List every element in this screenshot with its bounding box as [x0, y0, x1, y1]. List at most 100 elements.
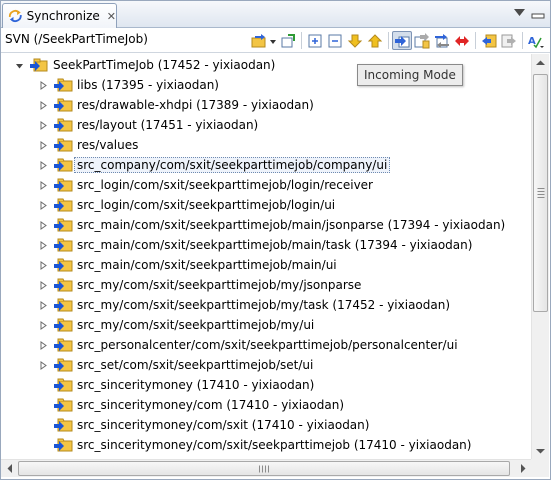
- tree-item[interactable]: src_sinceritymoney (17410 - yixiaodan): [39, 375, 314, 395]
- tree-item[interactable]: src_sinceritymoney/com/sxit/seekparttime…: [39, 435, 471, 455]
- update-all-button[interactable]: [479, 31, 499, 50]
- previous-difference-button[interactable]: [365, 31, 385, 50]
- pin-button[interactable]: [278, 31, 298, 50]
- folder-incoming-icon: [54, 118, 73, 132]
- tree-item[interactable]: src_sinceritymoney/com/sxit (17410 - yix…: [39, 415, 369, 435]
- close-icon[interactable]: ✕: [107, 11, 116, 22]
- folder-incoming-icon: [54, 418, 73, 432]
- tab-title: Synchronize: [26, 9, 100, 23]
- tree-item[interactable]: src_main/com/sxit/seekparttimejob/main/u…: [39, 255, 337, 275]
- expand-twisty-icon[interactable]: [39, 160, 48, 170]
- folder-incoming-icon: [54, 298, 73, 312]
- scroll-left-icon[interactable]: [1, 460, 18, 477]
- tree-item-label: src_main/com/sxit/seekparttimejob/main/u…: [77, 258, 337, 272]
- incoming-outgoing-mode-button[interactable]: [432, 31, 452, 50]
- collapse-all-button[interactable]: [325, 31, 345, 50]
- sync-tree: SeekPartTimeJob (17452 - yixiaodan) libs…: [1, 54, 531, 459]
- expand-twisty-icon[interactable]: [39, 180, 48, 190]
- tree-item-label: src_my/com/sxit/seekparttimejob/my/ui: [77, 318, 315, 332]
- expand-twisty-icon[interactable]: [39, 120, 48, 130]
- minimize-icon[interactable]: [530, 5, 546, 21]
- horizontal-scroll-thumb[interactable]: [18, 461, 510, 476]
- tree-item[interactable]: src_main/com/sxit/seekparttimejob/main/t…: [39, 235, 472, 255]
- tree-item-label: src_login/com/sxit/seekparttimejob/login…: [77, 198, 336, 212]
- expand-twisty-icon[interactable]: [39, 80, 48, 90]
- pin-icon: [281, 33, 295, 47]
- folder-incoming-icon: [54, 238, 73, 252]
- commit-all-icon: [501, 34, 516, 47]
- expand-twisty-icon[interactable]: [39, 320, 48, 330]
- expand-twisty-icon[interactable]: [39, 300, 48, 310]
- tree-item[interactable]: src_my/com/sxit/seekparttimejob/my/task …: [39, 295, 450, 315]
- tree-item-label: res/values: [77, 138, 139, 152]
- expand-twisty-icon[interactable]: [39, 220, 48, 230]
- expand-twisty-icon[interactable]: [39, 100, 48, 110]
- tree-item[interactable]: src_personalcenter/com/sxit/seekparttime…: [39, 335, 458, 355]
- synchronize-dropdown-button[interactable]: [250, 31, 278, 50]
- tree-item[interactable]: res/drawable-xhdpi (17389 - yixiaodan): [39, 95, 314, 115]
- twisty-placeholder: [39, 381, 48, 390]
- commit-all-button[interactable]: [499, 31, 519, 50]
- tree-item[interactable]: src_my/com/sxit/seekparttimejob/my/ui: [39, 315, 314, 335]
- scrollbar-corner: [531, 459, 549, 477]
- expand-twisty-icon[interactable]: [39, 360, 48, 370]
- folder-incoming-icon: [54, 338, 73, 352]
- tree-item-label: src_main/com/sxit/seekparttimejob/main/t…: [77, 238, 473, 252]
- folder-incoming-icon: [54, 158, 73, 172]
- expand-twisty-icon[interactable]: [39, 240, 48, 250]
- expand-all-button[interactable]: [305, 31, 325, 50]
- conflicts-mode-button[interactable]: [452, 31, 472, 50]
- tree-item[interactable]: res/values: [39, 135, 138, 155]
- folder-incoming-icon: [54, 398, 73, 412]
- project-incoming-icon: [30, 58, 48, 72]
- tree-item[interactable]: src_my/com/sxit/seekparttimejob/my/jsonp…: [39, 275, 361, 295]
- synchronize-icon: [251, 33, 276, 47]
- collapse-twisty-icon[interactable]: [15, 61, 24, 70]
- horizontal-scrollbar[interactable]: [1, 459, 531, 477]
- expand-twisty-icon[interactable]: [39, 260, 48, 270]
- tree-item-label: src_sinceritymoney (17410 - yixiaodan): [77, 378, 315, 392]
- incoming-mode-button[interactable]: [392, 31, 412, 50]
- folder-incoming-icon: [54, 98, 73, 112]
- expand-twisty-icon[interactable]: [39, 340, 48, 350]
- tree-item[interactable]: src_login/com/sxit/seekparttimejob/login…: [39, 195, 335, 215]
- folder-incoming-icon: [54, 258, 73, 272]
- next-difference-button[interactable]: [345, 31, 365, 50]
- tree-item[interactable]: src_sinceritymoney/com (17410 - yixiaoda…: [39, 395, 344, 415]
- collapse-all-icon: [328, 34, 342, 47]
- vertical-scrollbar[interactable]: [531, 54, 549, 459]
- tree-item[interactable]: src_main/com/sxit/seekparttimejob/main/j…: [39, 215, 505, 235]
- scroll-down-icon[interactable]: [532, 442, 549, 459]
- tree-item[interactable]: res/layout (17451 - yixiaodan): [39, 115, 258, 135]
- tree-item-label: src_sinceritymoney/com/sxit (17410 - yix…: [77, 418, 370, 432]
- vertical-scroll-thumb[interactable]: [533, 74, 548, 312]
- tree-item[interactable]: libs (17395 - yixiaodan): [39, 75, 219, 95]
- tree-item-label: src_main/com/sxit/seekparttimejob/main/j…: [77, 218, 506, 232]
- tree-root[interactable]: SeekPartTimeJob (17452 - yixiaodan): [15, 55, 275, 75]
- conflicts-mode-icon: [455, 35, 469, 46]
- tree-item[interactable]: src_set/com/sxit/seekparttimejob/set/ui: [39, 355, 313, 375]
- synchronize-view-icon: [8, 10, 22, 22]
- tree-item[interactable]: src_login/com/sxit/seekparttimejob/login…: [39, 175, 373, 195]
- view-toolbar: A: [250, 31, 546, 50]
- scroll-up-icon[interactable]: [532, 54, 549, 71]
- presentation-menu-button[interactable]: A: [526, 31, 546, 50]
- tree-item-label: res/layout (17451 - yixiaodan): [77, 118, 259, 132]
- synchronize-view: Synchronize ✕ SVN (/SeekPartTimeJob) A S…: [0, 0, 551, 480]
- repository-title: SVN (/SeekPartTimeJob): [5, 32, 148, 46]
- tree-item-label: src_set/com/sxit/seekparttimejob/set/ui: [77, 358, 314, 372]
- view-tab-strip: Synchronize ✕: [1, 1, 550, 28]
- view-menu-icon[interactable]: [511, 5, 527, 21]
- scroll-right-icon[interactable]: [514, 460, 531, 477]
- update-all-icon: [482, 34, 497, 47]
- outgoing-mode-icon: [414, 32, 430, 48]
- expand-twisty-icon[interactable]: [39, 200, 48, 210]
- tree-item[interactable]: src_company/com/sxit/seekparttimejob/com…: [39, 155, 391, 175]
- tree-item-label: src_sinceritymoney/com (17410 - yixiaoda…: [77, 398, 345, 412]
- expand-twisty-icon[interactable]: [39, 280, 48, 290]
- synchronize-tab[interactable]: Synchronize ✕: [2, 3, 117, 28]
- outgoing-mode-button[interactable]: [412, 31, 432, 50]
- expand-twisty-icon[interactable]: [39, 140, 48, 150]
- view-toolbar-row: SVN (/SeekPartTimeJob) A: [1, 28, 550, 53]
- incoming-mode-icon: [395, 35, 410, 47]
